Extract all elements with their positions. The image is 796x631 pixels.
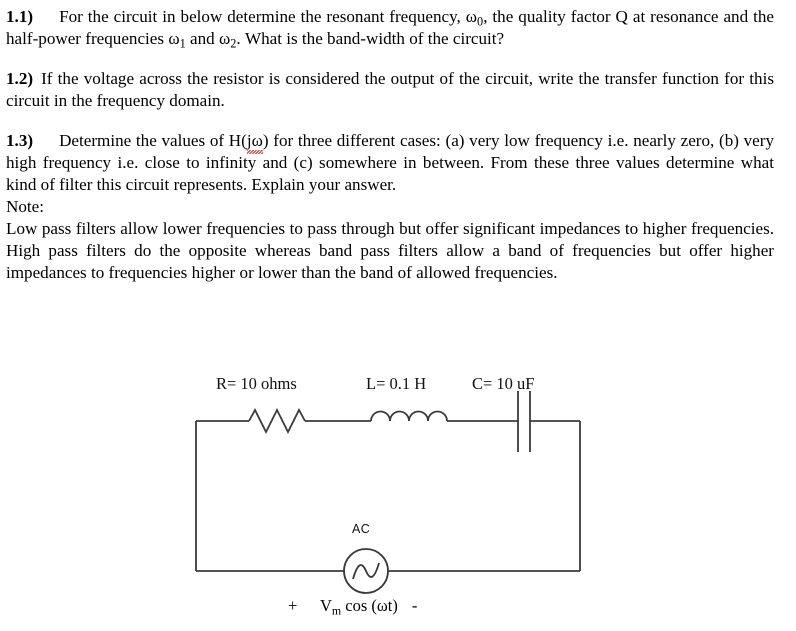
vm-subscript: m xyxy=(331,603,342,618)
source-expression: + Vm cos (ωt) - xyxy=(288,596,417,616)
paren-close: ) xyxy=(392,596,398,615)
question-1-3-text-a: Determine the values of H( xyxy=(59,131,247,151)
question-1-3: 1.3) Determine the values of H(jω) for th… xyxy=(6,130,774,196)
question-1-2-text: If the voltage across the resistor is co… xyxy=(6,69,774,111)
polarity-plus: + xyxy=(288,596,298,615)
question-1-1-text-a: For the circuit in below determine the r… xyxy=(59,7,466,26)
question-1-1-text-and: and xyxy=(185,29,219,49)
circuit-schematic-svg xyxy=(195,391,581,594)
circuit-diagram: R= 10 ohms L= 0.1 H C= 10 uF AC + Vm cos… xyxy=(0,366,796,631)
omega-symbol-0: ω xyxy=(465,7,478,26)
omega-t: ωt xyxy=(376,596,393,615)
question-1-1-number: 1.1) xyxy=(6,7,34,26)
omega-symbol-1: ω xyxy=(168,29,180,49)
note-heading: Note: xyxy=(6,197,44,217)
cos-text: cos ( xyxy=(341,596,377,615)
question-1-2: 1.2) If the voltage across the resistor i… xyxy=(6,68,774,112)
document-page: 1.1) For the circuit in below determine t… xyxy=(0,0,796,631)
question-1-1-text-c: . What is the band-width of the circuit? xyxy=(236,29,505,49)
omega-symbol-2: ω xyxy=(218,29,231,49)
question-1-2-number: 1.2) xyxy=(6,69,34,89)
question-1-3-number: 1.3) xyxy=(6,131,34,151)
question-1-1: 1.1) For the circuit in below determine t… xyxy=(6,6,774,50)
vm-symbol: V xyxy=(320,596,332,615)
note-body: Low pass filters allow lower frequencies… xyxy=(6,219,774,283)
inductor-symbol xyxy=(370,410,448,422)
spellcheck-misspelled-word: jω xyxy=(246,130,263,155)
polarity-minus: - xyxy=(411,596,418,615)
ac-source-sine-icon xyxy=(352,562,380,580)
resistor-symbol xyxy=(248,407,306,435)
